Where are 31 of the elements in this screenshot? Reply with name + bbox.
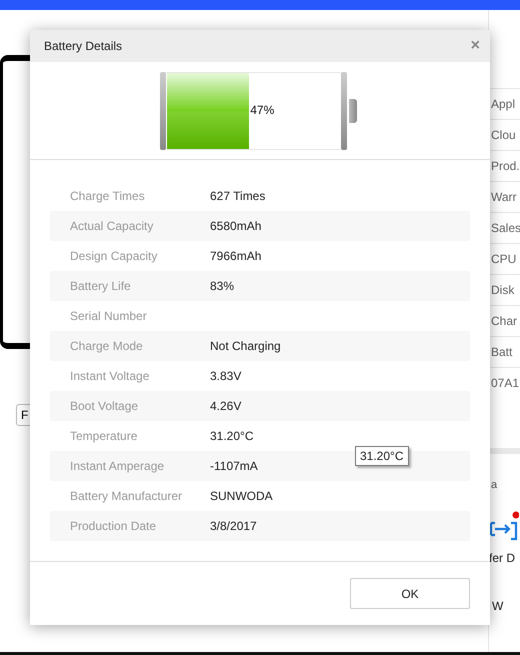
ok-button[interactable]: OK: [350, 578, 470, 609]
field-value: 3/8/2017: [210, 519, 257, 533]
transfer-label: fer D: [489, 551, 516, 565]
battery-terminal: [349, 98, 357, 122]
field-label: Charge Times: [70, 189, 146, 203]
field-label: Serial Number: [70, 309, 148, 323]
field-label: Boot Voltage: [70, 399, 140, 413]
field-label: Instant Voltage: [70, 369, 150, 383]
field-label: Actual Capacity: [70, 219, 154, 233]
field-value: 4.26V: [210, 399, 242, 413]
field-value: Not Charging: [210, 339, 281, 353]
field-value: -1107mA: [210, 459, 258, 473]
field-label: Battery Life: [70, 279, 132, 293]
field-label: Production Date: [70, 519, 158, 533]
field-value: 627 Times: [210, 189, 266, 203]
field-value: 3.83V: [210, 369, 242, 383]
footer-label: W: [491, 599, 504, 613]
field-value: 7966mAh: [210, 249, 262, 263]
field-label: Charge Mode: [70, 339, 144, 353]
field-value: SUNWODA: [210, 489, 273, 503]
field-value: 83%: [210, 279, 234, 293]
battery-percentage: 47%: [250, 102, 274, 116]
field-label: Instant Amperage: [70, 459, 166, 473]
field-value: 31.20°C: [210, 429, 254, 443]
section-label: a: [490, 479, 498, 491]
tooltip: 31.20°C: [355, 446, 408, 466]
field-value: 6580mAh: [210, 219, 262, 233]
field-label: Design Capacity: [70, 249, 158, 263]
dialog-title: Battery Details: [44, 39, 122, 53]
field-label: Temperature: [70, 429, 138, 443]
field-label: Battery Manufacturer: [70, 489, 184, 503]
